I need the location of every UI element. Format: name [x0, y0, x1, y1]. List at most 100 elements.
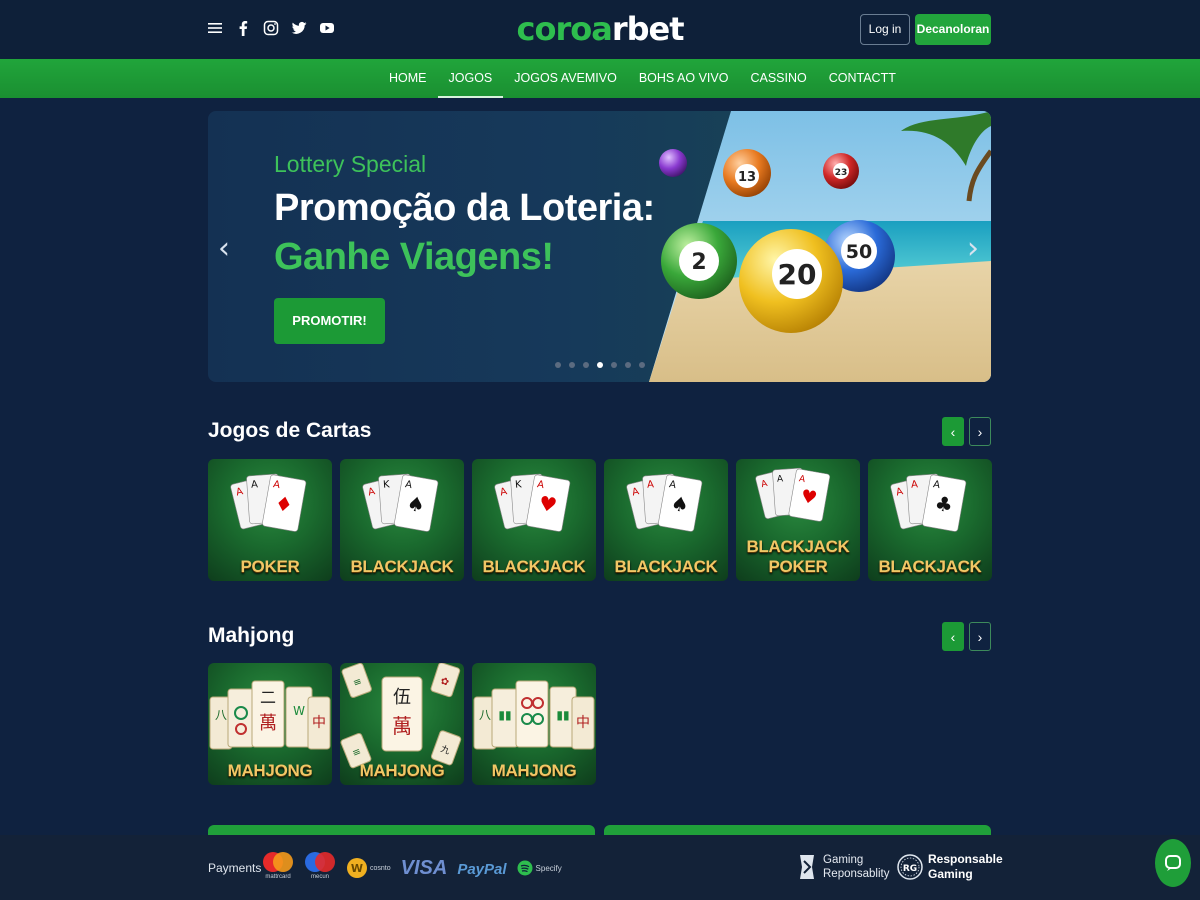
coin-caption: cosnto	[370, 864, 391, 872]
logo-text-1: coro	[516, 10, 593, 48]
game-card-blackjack[interactable]: A K A ♠ BLACKJACK	[340, 459, 464, 581]
game-card-blackjack-poker[interactable]: A A A ♥ BLACKJACK POKER	[736, 459, 860, 581]
svg-text:20: 20	[778, 258, 817, 291]
mahjong-next-button[interactable]: ›	[969, 622, 991, 651]
game-card-mahjong[interactable]: ≡ ✿ 伍萬 ≡ 九 MAHJONG	[340, 663, 464, 785]
svg-text:萬: 萬	[259, 713, 277, 734]
svg-text:八: 八	[215, 708, 227, 722]
responsible-line1: Responsable	[928, 852, 1003, 866]
game-card-mahjong[interactable]: 八 ▮▮ ▮▮ 中 MAHJONG	[472, 663, 596, 785]
coin-logo: W cosnto	[346, 857, 391, 879]
svg-text:▮▮: ▮▮	[498, 708, 511, 722]
svg-text:RG: RG	[903, 864, 917, 874]
game-card-label: BLACKJACK	[350, 557, 454, 576]
mastercard-logo: mattrcard	[262, 851, 294, 880]
gaming-line1: Gaming	[823, 854, 864, 866]
hand-shield-icon	[800, 855, 814, 879]
svg-text:八: 八	[479, 708, 491, 722]
cartas-card-list: A A A ♦ POKER A K A ♠ BLACKJACK A K A ♥ BLA…	[208, 459, 992, 581]
svg-text:W: W	[293, 704, 305, 718]
banner-next-arrow-icon[interactable]: ›	[967, 231, 979, 266]
logo-text-2: a	[591, 10, 613, 48]
svg-text:萬: 萬	[392, 714, 412, 738]
spotify-logo: Specify	[517, 860, 562, 876]
visa-logo: VISA	[400, 857, 448, 879]
svg-text:A: A	[251, 479, 259, 490]
svg-text:▮▮: ▮▮	[556, 708, 569, 722]
banner-dot[interactable]	[611, 362, 617, 368]
game-card-blackjack[interactable]: A A A ♠ BLACKJACK	[604, 459, 728, 581]
game-card-label: BLACKJACK	[482, 557, 586, 576]
svg-text:2: 2	[691, 250, 706, 275]
game-card-label: POKER	[240, 557, 300, 576]
top-bar: coroarbet Log in Decanoloran	[0, 0, 1200, 60]
svg-text:13: 13	[738, 170, 756, 185]
banner-prev-arrow-icon[interactable]: ‹	[218, 231, 230, 266]
main-nav: HOME JOGOS JOGOS AVEMIVO BOHS AO VIVO CA…	[378, 59, 907, 98]
cartas-prev-button[interactable]: ‹	[942, 417, 964, 446]
banner-dot[interactable]	[625, 362, 631, 368]
game-card-label: MAHJONG	[491, 761, 577, 780]
login-button[interactable]: Log in	[860, 14, 910, 45]
nav-item-jogos-avemivo[interactable]: JOGOS AVEMIVO	[503, 59, 628, 98]
banner-dot-active[interactable]	[597, 362, 603, 368]
nav-item-jogos[interactable]: JOGOS	[437, 59, 504, 98]
beach-lottery-image: 13 23 2 50 20	[591, 111, 991, 382]
gaming-responsibility[interactable]: Gaming Reponsablity	[797, 853, 889, 881]
game-card-blackjack[interactable]: A K A ♥ BLACKJACK	[472, 459, 596, 581]
banner-promo-button[interactable]: PROMOTIR!	[274, 298, 385, 344]
banner-dot[interactable]	[583, 362, 589, 368]
signup-button[interactable]: Decanoloran	[915, 14, 991, 45]
game-card-label: BLACKJACK	[614, 557, 718, 576]
svg-text:A: A	[647, 479, 655, 490]
spotify-caption: Specify	[535, 863, 562, 873]
svg-text:W: W	[351, 862, 363, 875]
mastercard-caption: mattrcard	[265, 874, 291, 880]
chat-button[interactable]	[1155, 839, 1191, 887]
banner-title-line2: Ganhe Viagens!	[274, 236, 554, 278]
mahjong-card-list: 八 二萬 W 中 MAHJONG ≡ ✿ 伍萬 ≡ 九 MAHJONG 八 ▮▮…	[208, 663, 596, 785]
section-title-cartas: Jogos de Cartas	[208, 419, 372, 442]
svg-text:二: 二	[260, 688, 276, 707]
cartas-next-button[interactable]: ›	[969, 417, 991, 446]
banner-subtitle: Lottery Special	[274, 151, 427, 177]
game-card-label: BLACKJACK	[878, 557, 982, 576]
chat-icon	[1165, 855, 1181, 871]
banner-dot[interactable]	[569, 362, 575, 368]
site-logo[interactable]: coroarbet	[0, 10, 1200, 48]
svg-text:K: K	[383, 479, 391, 490]
svg-text:中: 中	[312, 715, 326, 731]
footer: Payments mattrcard mecun W cosnto VISA P…	[0, 835, 1200, 900]
section-title-mahjong: Mahjong	[208, 624, 295, 647]
svg-text:伍: 伍	[393, 687, 411, 708]
responsible-gaming[interactable]: RG Responsable Gaming	[897, 852, 1003, 882]
game-card-poker[interactable]: A A A ♦ POKER	[208, 459, 332, 581]
banner-title-line1: Promoção da Loteria:	[274, 187, 655, 229]
svg-text:23: 23	[835, 168, 848, 178]
maestro-caption: mecun	[310, 874, 329, 880]
paypal-logo: PayPal	[457, 861, 507, 878]
nav-item-contact[interactable]: CONTACTT	[818, 59, 907, 98]
game-card-mahjong[interactable]: 八 二萬 W 中 MAHJONG	[208, 663, 332, 785]
cartas-carousel-controls: ‹ ›	[942, 417, 991, 446]
banner-dot[interactable]	[639, 362, 645, 368]
game-card-label-line2: POKER	[768, 557, 828, 576]
banner-dot[interactable]	[555, 362, 561, 368]
promo-banner[interactable]: 13 23 2 50 20 Lottery Special Promoção d…	[208, 111, 991, 382]
gaming-line2: Reponsablity	[823, 868, 890, 880]
rg-badge-icon: RG	[897, 854, 923, 880]
game-card-blackjack[interactable]: A A A ♣ BLACKJACK	[868, 459, 992, 581]
mahjong-carousel-controls: ‹ ›	[942, 622, 991, 651]
payment-logos: mattrcard mecun W cosnto VISA PayPal Spe…	[262, 851, 562, 880]
svg-text:50: 50	[846, 241, 872, 263]
nav-item-home[interactable]: HOME	[378, 59, 438, 98]
nav-item-cassino[interactable]: CASSINO	[739, 59, 817, 98]
maestro-logo: mecun	[304, 851, 336, 880]
responsible-line2: Gaming	[928, 867, 973, 881]
payments-label: Payments	[208, 861, 262, 875]
game-card-label: MAHJONG	[227, 761, 313, 780]
game-card-label: MAHJONG	[359, 761, 445, 780]
mahjong-prev-button[interactable]: ‹	[942, 622, 964, 651]
nav-item-bohs-ao-vivo[interactable]: BOHS AO VIVO	[628, 59, 740, 98]
svg-text:中: 中	[576, 715, 590, 731]
